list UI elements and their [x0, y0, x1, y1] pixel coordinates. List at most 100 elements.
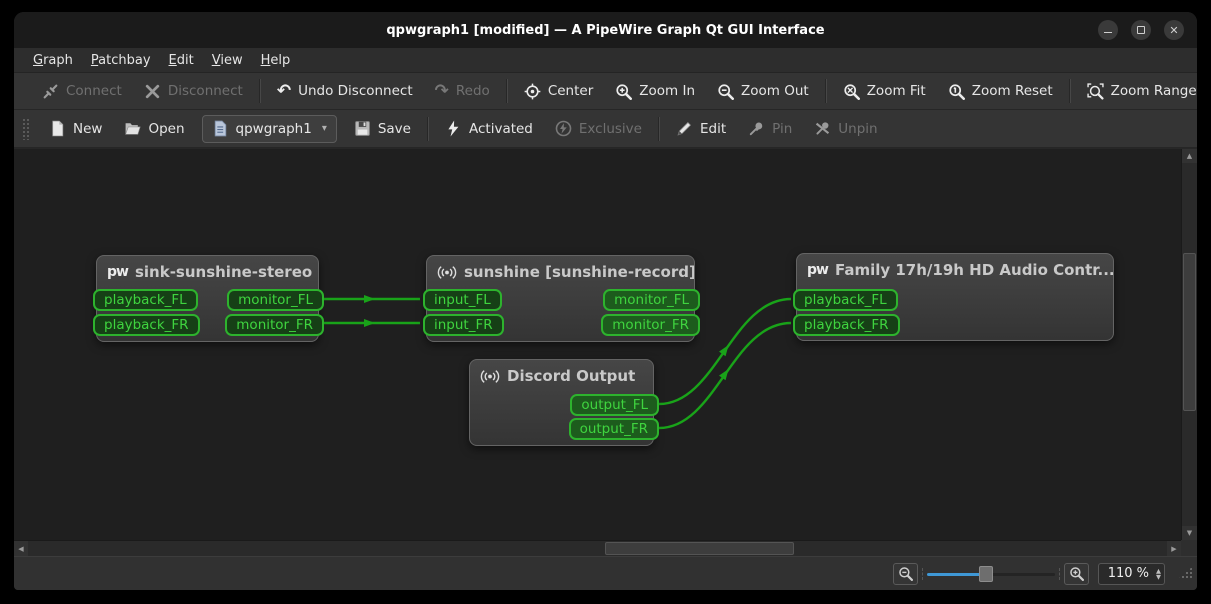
toolbar-separator: [505, 79, 508, 103]
port-output-fr[interactable]: output_FR: [568, 418, 659, 440]
activated-button[interactable]: Activated: [434, 114, 544, 144]
port-playback-fl[interactable]: playback_FL: [793, 289, 898, 311]
scroll-left-icon[interactable]: ◀: [14, 541, 28, 556]
port-monitor-fr[interactable]: monitor_FR: [601, 314, 700, 336]
menu-view[interactable]: View: [203, 51, 252, 70]
pin-button[interactable]: Pin: [737, 114, 803, 144]
zoom-in-button[interactable]: Zoom In: [604, 76, 706, 106]
menu-graph[interactable]: Graph: [24, 51, 82, 70]
toolbar-separator: [426, 116, 429, 141]
toolbar-drag-handle[interactable]: [22, 117, 29, 140]
scroll-down-icon[interactable]: ▼: [1182, 526, 1197, 540]
zoom-range-button[interactable]: Zoom Range: [1076, 76, 1197, 106]
node-family-hd-audio-controller[interactable]: pw Family 17h/19h HD Audio Contr... play…: [793, 253, 1114, 341]
new-button[interactable]: New: [38, 114, 113, 144]
zoom-reset-icon: [948, 83, 965, 100]
port-playback-fr[interactable]: playback_FR: [793, 314, 900, 336]
node-discord-output[interactable]: Discord Output output_FL output_FR: [469, 359, 659, 446]
zoom-fit-button[interactable]: Zoom Fit: [832, 76, 937, 106]
app-window: qpwgraph1 [modified] — A PipeWire Graph …: [14, 12, 1197, 590]
save-button[interactable]: Save: [343, 114, 422, 144]
slider-tick: [921, 567, 923, 580]
zoom-slider[interactable]: [921, 563, 1060, 585]
save-icon: [354, 120, 371, 137]
stream-icon: [437, 265, 457, 280]
port-monitor-fr[interactable]: monitor_FR: [225, 314, 324, 336]
port-monitor-fl[interactable]: monitor_FL: [227, 289, 324, 311]
statusbar-zoom-out-button[interactable]: [892, 562, 918, 585]
vertical-scrollbar[interactable]: ▲ ▼: [1181, 149, 1197, 540]
port-monitor-fl[interactable]: monitor_FL: [603, 289, 700, 311]
minimize-icon: [1104, 32, 1112, 33]
node-sink-sunshine-stereo[interactable]: pw sink-sunshine-stereo playback_FL play…: [93, 255, 324, 342]
zoom-range-icon: [1087, 82, 1104, 100]
disconnect-icon: [144, 83, 161, 100]
open-button[interactable]: Open: [113, 114, 195, 144]
port-input-fr[interactable]: input_FR: [423, 314, 504, 336]
close-icon: ✕: [1169, 23, 1179, 37]
zoom-out-icon: [898, 566, 913, 581]
pin-icon: [748, 120, 765, 137]
port-output-fl[interactable]: output_FL: [570, 394, 659, 416]
node-title: Discord Output: [470, 360, 653, 385]
slider-tick: [1058, 567, 1060, 580]
toolbar-separator: [657, 116, 660, 141]
edit-pencil-icon: [676, 120, 693, 137]
redo-button[interactable]: ↷ Redo: [424, 76, 501, 106]
toolbar-separator: [824, 79, 827, 103]
titlebar[interactable]: qpwgraph1 [modified] — A PipeWire Graph …: [14, 12, 1197, 48]
node-title: pw Family 17h/19h HD Audio Contr...: [807, 261, 1113, 279]
patchbay-file-combobox[interactable]: qpwgraph1 ▾: [201, 114, 337, 143]
vertical-scrollbar-thumb[interactable]: [1183, 253, 1196, 411]
maximize-button[interactable]: [1131, 20, 1151, 40]
edit-button[interactable]: Edit: [665, 114, 737, 144]
menu-help[interactable]: Help: [252, 51, 300, 70]
graph-viewport[interactable]: pw sink-sunshine-stereo playback_FL play…: [14, 149, 1181, 540]
connections-layer: [323, 295, 792, 430]
menu-patchbay[interactable]: Patchbay: [82, 51, 160, 70]
undo-button[interactable]: ↶ Undo Disconnect: [266, 76, 424, 106]
maximize-icon: [1137, 26, 1145, 34]
patchbay-file-value: qpwgraph1: [235, 120, 312, 137]
port-input-fl[interactable]: input_FL: [423, 289, 502, 311]
graph-toolbar: Connect Disconnect ↶ Undo Disconnect ↷ R…: [14, 73, 1197, 110]
port-playback-fl[interactable]: playback_FL: [93, 289, 198, 311]
exclusive-button[interactable]: Exclusive: [544, 114, 653, 144]
zoom-in-icon: [615, 83, 633, 100]
patchbay-file-icon: [212, 120, 229, 137]
zoom-slider-fill: [926, 572, 985, 576]
connect-button[interactable]: Connect: [31, 76, 133, 106]
zoom-percent-value: 110 %: [1107, 566, 1149, 581]
zoom-fit-icon: [843, 83, 860, 100]
statusbar-zoom-in-button[interactable]: [1063, 562, 1089, 585]
zoom-percent-spinbox[interactable]: 110 % ▲ ▼: [1097, 562, 1165, 585]
center-button[interactable]: Center: [513, 76, 604, 106]
horizontal-scrollbar-thumb[interactable]: [605, 542, 794, 555]
new-document-icon: [49, 120, 66, 137]
spin-down-icon[interactable]: ▼: [1156, 573, 1161, 580]
zoom-out-icon: [717, 83, 734, 100]
file-toolbar: New Open qpwgraph1 ▾ Save Activated Excl…: [14, 110, 1197, 148]
disconnect-button[interactable]: Disconnect: [133, 76, 254, 106]
node-sunshine-record[interactable]: sunshine [sunshine-record] input_FL inpu…: [423, 255, 700, 342]
window-resize-grip[interactable]: [1177, 567, 1192, 580]
redo-icon: ↷: [434, 80, 449, 101]
zoom-reset-button[interactable]: Zoom Reset: [937, 76, 1064, 106]
unpin-button[interactable]: Unpin: [803, 114, 888, 144]
center-icon: [524, 83, 541, 100]
scroll-up-icon[interactable]: ▲: [1182, 149, 1197, 163]
node-title: sunshine [sunshine-record]: [427, 256, 694, 281]
connection-wire-monitor-fl-input-fl[interactable]: [323, 295, 420, 303]
close-button[interactable]: ✕: [1164, 20, 1184, 40]
menu-edit[interactable]: Edit: [160, 51, 203, 70]
port-playback-fr[interactable]: playback_FR: [93, 314, 200, 336]
connect-icon: [42, 83, 59, 100]
exclusive-bolt-icon: [555, 120, 572, 137]
scroll-right-icon[interactable]: ▶: [1167, 541, 1181, 556]
horizontal-scrollbar[interactable]: ◀ ▶: [14, 540, 1181, 556]
stream-icon: [480, 369, 500, 384]
minimize-button[interactable]: [1098, 20, 1118, 40]
connection-wire-monitor-fr-input-fr[interactable]: [324, 319, 420, 327]
zoom-out-button[interactable]: Zoom Out: [706, 76, 820, 106]
zoom-slider-handle[interactable]: [978, 565, 993, 582]
